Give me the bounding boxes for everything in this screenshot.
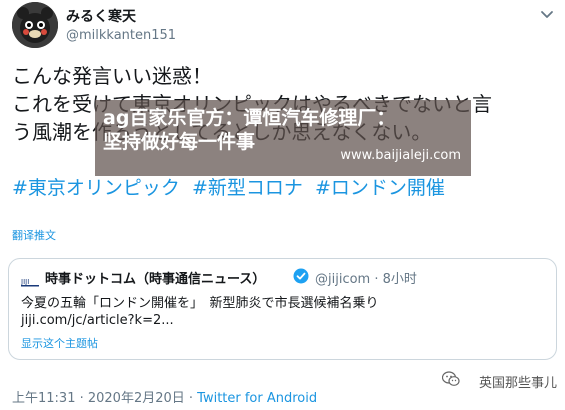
hashtag-link[interactable]: #東京オリンピック	[12, 177, 180, 199]
tweet-screenshot: みるく寒天 @milkkanten151 こんな発言いい迷惑！ これを受けて東京…	[0, 0, 565, 410]
display-name[interactable]: みるく寒天	[66, 6, 136, 26]
timestamp-text[interactable]: 上午11:31 · 2020年2月20日 ·	[12, 391, 197, 406]
tweet-timestamp: 上午11:31 · 2020年2月20日 · Twitter for Andro…	[12, 387, 317, 406]
quoted-text: 今夏の五輪「ロンドン開催を」 新型肺炎で市長選候補名乗り	[21, 296, 379, 311]
watermark-text: 英国那些事儿	[478, 376, 557, 391]
show-thread-link[interactable]: 显示这个主题帖	[21, 335, 98, 351]
chevron-down-icon[interactable]	[539, 6, 555, 22]
quoted-link[interactable]: jiji.com/jc/article?k=2...	[21, 313, 174, 328]
ad-overlay-banner[interactable]: ag百家乐官方：谭恒汽车修理厂： 坚持做好每一件事 www.baijialeji…	[95, 100, 471, 176]
hashtag-link[interactable]: #ロンドン開催	[315, 177, 445, 199]
tweet-text-line: こんな発言いい迷惑！	[12, 64, 212, 88]
client-link[interactable]: Twitter for Android	[197, 391, 317, 406]
quoted-tweet-card[interactable]: JIJI 時事ドットコム（時事通信ニュース） @jijicom · 8小时 今夏…	[8, 258, 557, 360]
quoted-account-name[interactable]: 時事ドットコム（時事通信ニュース）	[45, 268, 265, 287]
avatar[interactable]	[12, 2, 58, 48]
wechat-icon	[441, 371, 460, 387]
quoted-handle-time: @jijicom · 8小时	[315, 272, 417, 287]
hashtags: #東京オリンピック #新型コロナ #ロンドン開催	[12, 175, 451, 201]
jiji-logo-icon: JIJI	[20, 272, 39, 287]
overlay-title-line: ag百家乐官方：谭恒汽车修理厂：	[103, 107, 396, 129]
translate-tweet-link[interactable]: 翻译推文	[12, 227, 56, 243]
hashtag-link[interactable]: #新型コロナ	[192, 177, 303, 199]
overlay-title: ag百家乐官方：谭恒汽车修理厂： 坚持做好每一件事	[103, 106, 395, 154]
overlay-url: www.baijialeji.com	[340, 148, 461, 163]
verified-badge-icon	[293, 268, 309, 284]
svg-text:JIJI: JIJI	[21, 278, 29, 286]
user-handle[interactable]: @milkkanten151	[66, 28, 176, 43]
